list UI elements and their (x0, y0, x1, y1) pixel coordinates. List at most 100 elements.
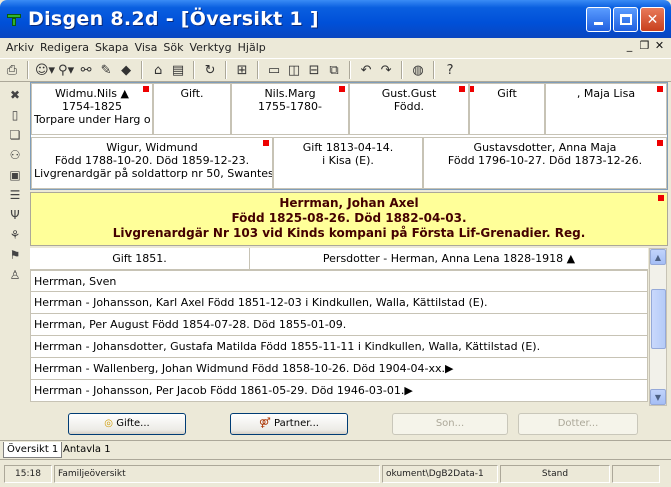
main-person-box[interactable]: Herrman, Johan Axel Född 1825-08-26. Död… (30, 192, 668, 246)
person-icon[interactable]: ♙ (4, 266, 26, 283)
toolbar: ⎙ ☺▾ ⚲▾ ⚯ ✎ ◆ ⌂ ▤ ↻ ⊞ ▭ ◫ ⊟ ⧉ ↶ ↷ ◍ ? (0, 58, 671, 82)
note-flag (657, 140, 663, 146)
maximize-button[interactable] (613, 7, 638, 32)
grandparent-name: Gust.Gust (381, 87, 437, 100)
document-icon[interactable]: ▯ (4, 106, 26, 123)
window-title: Disgen 8.2d - [Översikt 1 ] (28, 8, 319, 30)
menu-arkiv[interactable]: Arkiv (3, 41, 37, 54)
child-row[interactable]: Herrman - Johansson, Per Jacob Född 1861… (30, 380, 648, 402)
grandfather-maternal[interactable]: Gust.Gust Född. (349, 83, 469, 135)
main-person-occupation: Livgrenardgär Nr 103 vid Kinds kompani p… (112, 226, 586, 240)
window-4-icon[interactable]: ⧉ (325, 60, 343, 80)
parents-marriage-box[interactable]: Gift 1813-04-14. i Kisa (E). (273, 137, 423, 189)
status-time: 15:18 (4, 464, 52, 483)
redo-icon[interactable]: ↷ (377, 60, 395, 80)
menu-redigera[interactable]: Redigera (37, 41, 92, 54)
minimize-button[interactable] (586, 7, 611, 32)
refresh-icon[interactable]: ↻ (201, 60, 219, 80)
mdi-close-button[interactable]: ✕ (652, 39, 667, 54)
close-button[interactable]: ✕ (640, 7, 665, 32)
delete-icon[interactable]: ✖ (4, 86, 26, 103)
main-person-dates: Född 1825-08-26. Död 1882-04-03. (231, 211, 467, 225)
rings-icon: ◎ (104, 418, 114, 429)
ancestors-icon[interactable]: ⚑ (4, 246, 26, 263)
spouse-row[interactable]: Gift 1851. Persdotter - Herman, Anna Len… (30, 248, 648, 270)
tab-oversikt[interactable]: Översikt 1 (3, 442, 63, 458)
menu-sok[interactable]: Sök (160, 41, 186, 54)
mdi-minimize-button[interactable]: _ (622, 39, 637, 54)
edit-icon[interactable]: ✎ (97, 60, 115, 80)
home-icon[interactable]: ⌂ (149, 60, 167, 80)
grandparent-name: Widmu.Nils ▲ (55, 87, 129, 100)
family-tree-icon[interactable]: ⚇ (4, 146, 26, 163)
child-row[interactable]: Herrman, Sven (30, 270, 648, 292)
note-flag (470, 86, 474, 92)
grandparent-dates: Född. (393, 100, 425, 113)
note-flag (339, 86, 345, 92)
children-list: Herrman, Sven Herrman - Johansson, Karl … (30, 270, 648, 402)
gifte-button[interactable]: ◎ Gifte... (68, 413, 186, 435)
app-tree-icon (6, 11, 22, 27)
search-dropdown-icon[interactable]: ⚲▾ (57, 60, 75, 80)
undo-icon[interactable]: ↶ (357, 60, 375, 80)
grandmother-paternal[interactable]: Nils.Marg 1755-1780- (231, 83, 349, 135)
main-person-name: Herrman, Johan Axel (279, 196, 419, 210)
person-dropdown-icon[interactable]: ☺▾ (35, 60, 55, 80)
action-buttons: ◎ Gifte... ⚤ Partner... Son... Dotter... (30, 413, 668, 437)
status-extra (612, 464, 660, 483)
dotter-button[interactable]: Dotter... (518, 413, 638, 435)
fork-icon[interactable]: Ψ (4, 206, 26, 223)
tag-icon[interactable]: ◆ (117, 60, 135, 80)
child-row[interactable]: Herrman - Johansson, Karl Axel Född 1851… (30, 292, 648, 314)
binoculars-icon[interactable]: ⚯ (77, 60, 95, 80)
father-dates: Född 1788-10-20. Död 1859-12-23. (54, 154, 250, 167)
spouse-marriage: Gift 1851. (30, 248, 250, 269)
grandparent-name: , Maja Lisa (576, 87, 636, 100)
child-row[interactable]: Herrman, Per August Född 1854-07-28. Död… (30, 314, 648, 336)
title-bar[interactable]: Disgen 8.2d - [Översikt 1 ] ✕ (0, 0, 671, 38)
picture-icon[interactable]: ▣ (4, 166, 26, 183)
partner-button[interactable]: ⚤ Partner... (230, 413, 348, 435)
status-bar: 15:18 Familjeöversikt okument\DgB2Data-1… (0, 459, 671, 487)
tab-antavla[interactable]: Antavla 1 (60, 442, 114, 458)
mother-box[interactable]: Gustavsdotter, Anna Maja Född 1796-10-27… (423, 137, 667, 189)
status-view: Familjeöversikt (54, 464, 380, 483)
menu-hjalp[interactable]: Hjälp (235, 41, 269, 54)
menu-visa[interactable]: Visa (132, 41, 161, 54)
globe-icon[interactable]: ◍ (409, 60, 427, 80)
mdi-restore-button[interactable]: ❐ (637, 39, 652, 54)
son-button[interactable]: Son... (392, 413, 508, 435)
child-row[interactable]: Herrman - Johansdotter, Gustafa Matilda … (30, 336, 648, 358)
grandparents-maternal-marriage[interactable]: Gift (469, 83, 545, 135)
children-scrollbar[interactable]: ▲ ▼ (649, 248, 667, 406)
menu-skapa[interactable]: Skapa (92, 41, 132, 54)
child-row[interactable]: Herrman - Wallenberg, Johan Widmund Född… (30, 358, 648, 380)
help-icon[interactable]: ? (441, 60, 459, 80)
marriage-label: Gift (497, 87, 517, 100)
grandparent-name: Nils.Marg (264, 87, 316, 100)
book-icon[interactable]: ▤ (169, 60, 187, 80)
scroll-up-icon[interactable]: ▲ (650, 249, 666, 265)
parents-marriage-place: i Kisa (E). (322, 154, 374, 167)
window-1-icon[interactable]: ▭ (265, 60, 283, 80)
columns-icon[interactable]: ☰ (4, 186, 26, 203)
window-2-icon[interactable]: ◫ (285, 60, 303, 80)
father-name: Wigur, Widmund (106, 141, 198, 154)
descendants-icon[interactable]: ⚘ (4, 226, 26, 243)
scroll-thumb[interactable] (651, 289, 666, 349)
tree-view-icon[interactable]: ⊞ (233, 60, 251, 80)
grandparents-paternal-marriage[interactable]: Gift. (153, 83, 231, 135)
menu-verktyg[interactable]: Verktyg (186, 41, 234, 54)
father-box[interactable]: Wigur, Widmund Född 1788-10-20. Död 1859… (31, 137, 273, 189)
parents-marriage-date: Gift 1813-04-14. (302, 141, 394, 154)
note-flag (658, 195, 664, 201)
marriage-label: Gift. (180, 87, 204, 100)
grandfather-paternal[interactable]: Widmu.Nils ▲ 1754-1825 Torpare under Har… (31, 83, 153, 135)
left-toolbar: ✖ ▯ ❏ ⚇ ▣ ☰ Ψ ⚘ ⚑ ♙ (0, 83, 28, 413)
scroll-down-icon[interactable]: ▼ (650, 389, 666, 405)
window-3-icon[interactable]: ⊟ (305, 60, 323, 80)
grandmother-maternal[interactable]: , Maja Lisa (545, 83, 667, 135)
menu-bar: Arkiv Redigera Skapa Visa Sök Verktyg Hj… (0, 38, 671, 56)
print-icon[interactable]: ⎙ (3, 60, 21, 80)
copy-icon[interactable]: ❏ (4, 126, 26, 143)
